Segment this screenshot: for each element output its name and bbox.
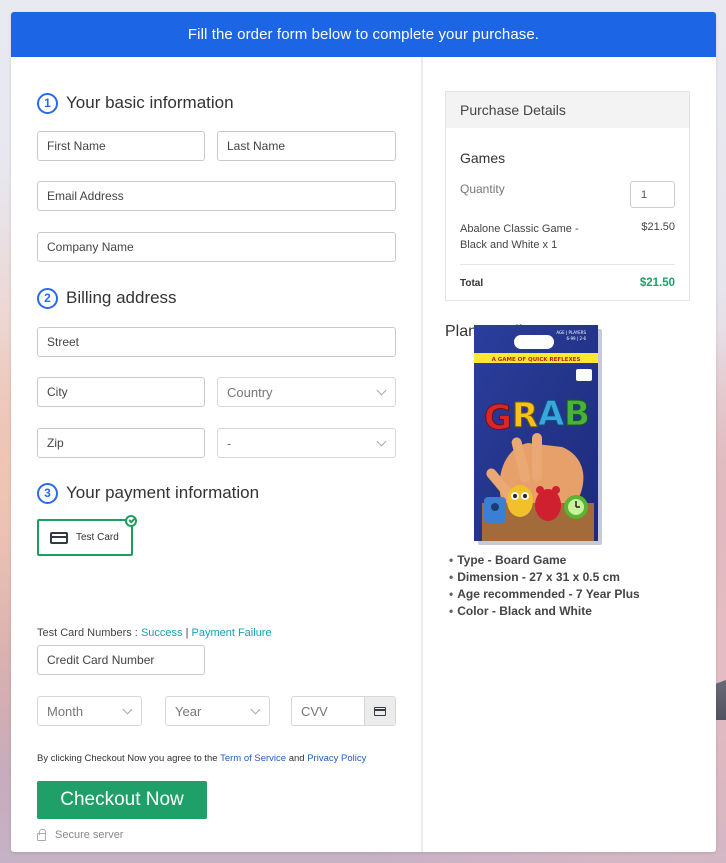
svg-text:B: B [564, 394, 590, 434]
product-image: AGE | PLAYERS 6-99 | 2-6 A GAME OF QUICK… [474, 325, 602, 545]
agreement-text: By clicking Checkout Now you agree to th… [37, 753, 366, 764]
checkout-card: Fill the order form below to complete yo… [11, 12, 716, 852]
street-placeholder: Street [47, 335, 80, 349]
item-price: $21.50 [641, 221, 675, 233]
section-title: Billing address [66, 288, 177, 307]
purchase-details-title: Purchase Details [446, 92, 689, 128]
svg-text:6-99 | 2-6: 6-99 | 2-6 [566, 336, 586, 341]
step-number-icon: 3 [37, 482, 58, 504]
month-select[interactable]: Month [37, 696, 142, 726]
card-number-field[interactable]: Credit Card Number [37, 645, 205, 675]
total-value: $21.50 [639, 277, 675, 289]
last-name-placeholder: Last Name [227, 139, 286, 153]
year-select[interactable]: Year [165, 696, 270, 726]
check-circle-icon [125, 515, 137, 527]
item-name: Abalone Classic Game - Black and White x… [460, 221, 579, 253]
card-number-placeholder: Credit Card Number [47, 653, 155, 667]
agreement-and: and [288, 753, 305, 764]
spec-item: Color - Black and White [449, 603, 640, 620]
city-placeholder: City [47, 385, 68, 399]
first-name-placeholder: First Name [47, 139, 106, 153]
item-name-line1: Abalone Classic Game - [460, 223, 579, 235]
payment-failure-link[interactable]: Payment Failure [192, 627, 272, 639]
product-tagline: A GAME OF QUICK REFLEXES [492, 357, 581, 363]
order-form: 1 Your basic information First Name Last… [11, 57, 423, 852]
section-billing: 2 Billing address [37, 286, 177, 310]
zip-field[interactable]: Zip [37, 428, 205, 458]
zip-placeholder: Zip [47, 436, 64, 450]
svg-text:R: R [512, 396, 538, 436]
chevron-down-icon [376, 436, 387, 447]
step-number-icon: 2 [37, 287, 58, 309]
agreement-prefix: By clicking Checkout Now you agree to th… [37, 753, 218, 764]
step-number-icon: 1 [37, 92, 58, 114]
cvv-placeholder: CVV [301, 703, 328, 719]
credit-card-icon [50, 531, 68, 544]
plan-specs-list: Type - Board Game Dimension - 27 x 31 x … [449, 552, 640, 620]
quantity-value: 1 [641, 188, 648, 201]
city-field[interactable]: City [37, 377, 205, 407]
payment-method-test-card[interactable]: Test Card [37, 515, 137, 556]
credit-card-icon [374, 706, 386, 716]
test-numbers-label: Test Card Numbers : [37, 627, 138, 639]
item-name-line2: Black and White x 1 [460, 239, 558, 251]
section-title: Your payment information [66, 483, 260, 502]
svg-text:G: G [484, 398, 512, 438]
company-field[interactable]: Company Name [37, 232, 396, 262]
email-placeholder: Email Address [47, 189, 124, 203]
product-logo: G R A B [484, 394, 591, 439]
test-card-numbers: Test Card Numbers : Success | Payment Fa… [37, 627, 272, 639]
checkout-now-button[interactable]: Checkout Now [37, 781, 207, 819]
purchase-details-box: Purchase Details Games Quantity 1 Abalon… [445, 91, 690, 301]
state-select[interactable]: - [217, 428, 396, 458]
svg-text:A: A [538, 394, 565, 434]
last-name-field[interactable]: Last Name [217, 131, 396, 161]
spec-item: Type - Board Game [449, 552, 640, 569]
cvv-addon [364, 697, 395, 725]
lock-icon [37, 829, 46, 841]
banner-text: Fill the order form below to complete yo… [187, 26, 540, 43]
email-field[interactable]: Email Address [37, 181, 396, 211]
section-basic-info: 1 Your basic information [37, 91, 234, 115]
chevron-down-icon [122, 704, 133, 715]
secure-server: Secure server [37, 829, 123, 841]
banner: Fill the order form below to complete yo… [11, 12, 716, 57]
total-label: Total [460, 278, 484, 289]
section-title: Your basic information [66, 93, 234, 112]
terms-of-service-link[interactable]: Term of Service [220, 753, 286, 764]
year-value: Year [175, 703, 202, 719]
category-title: Games [460, 150, 506, 166]
quantity-label: Quantity [460, 182, 505, 196]
payment-method-label: Test Card [76, 532, 119, 543]
divider [460, 264, 675, 265]
spec-item: Age recommended - 7 Year Plus [449, 586, 640, 603]
quantity-input[interactable]: 1 [630, 181, 675, 208]
month-value: Month [47, 703, 84, 719]
state-value: - [227, 435, 232, 451]
spec-item: Dimension - 27 x 31 x 0.5 cm [449, 569, 640, 586]
product-age-players: AGE | PLAYERS [556, 330, 586, 335]
success-link[interactable]: Success [141, 627, 183, 639]
cvv-field[interactable]: CVV [291, 696, 396, 726]
link-separator: | [185, 627, 189, 639]
company-placeholder: Company Name [47, 240, 134, 254]
section-payment: 3 Your payment information [37, 481, 259, 505]
secure-server-label: Secure server [55, 829, 124, 841]
country-value: Country [227, 384, 273, 400]
street-field[interactable]: Street [37, 327, 396, 357]
first-name-field[interactable]: First Name [37, 131, 205, 161]
privacy-policy-link[interactable]: Privacy Policy [307, 753, 366, 764]
order-summary: Purchase Details Games Quantity 1 Abalon… [423, 57, 716, 852]
country-select[interactable]: Country [217, 377, 396, 407]
chevron-down-icon [376, 385, 387, 396]
chevron-down-icon [250, 704, 261, 715]
